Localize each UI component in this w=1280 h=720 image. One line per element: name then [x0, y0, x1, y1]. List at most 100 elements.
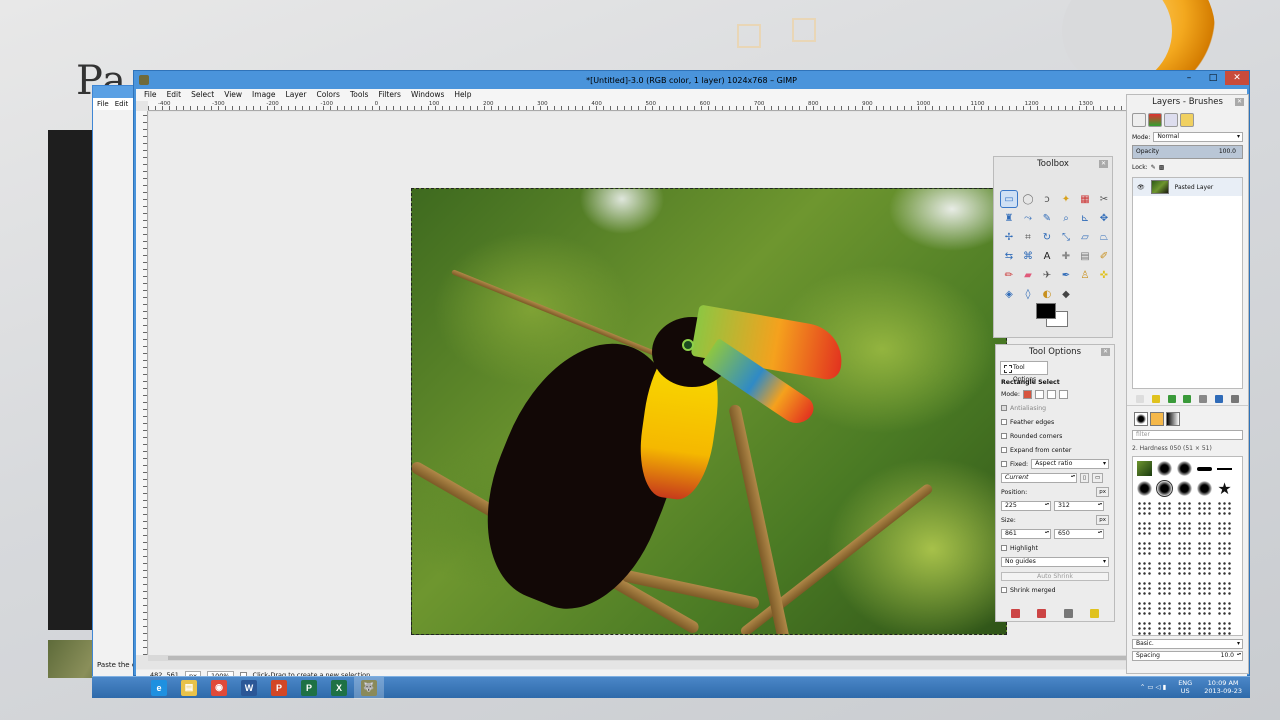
spacing-slider[interactable]: Spacing 10.0 [1132, 651, 1243, 661]
brush-preset[interactable] [1217, 621, 1232, 635]
tool-options-title[interactable]: Tool Options ✕ [996, 345, 1114, 359]
brush-preset[interactable] [1197, 501, 1212, 516]
vertical-ruler[interactable] [136, 111, 148, 655]
expand-checkbox[interactable] [1001, 447, 1007, 453]
antialiasing-checkbox[interactable] [1001, 405, 1007, 411]
brush-filter-input[interactable]: filter [1132, 430, 1243, 440]
highlight-checkbox[interactable] [1001, 545, 1007, 551]
feather-row[interactable]: Feather edges [996, 415, 1114, 429]
layer-name[interactable]: Pasted Layer [1175, 184, 1214, 191]
brush-preset[interactable] [1157, 521, 1172, 536]
shrink-merged-row[interactable]: Shrink merged [996, 583, 1114, 597]
undo-tab-icon[interactable] [1180, 113, 1194, 127]
brush-preset[interactable] [1137, 601, 1152, 616]
brush-set-dropdown[interactable]: Basic. [1132, 639, 1243, 649]
new-group-icon[interactable] [1151, 395, 1160, 403]
lower-layer-icon[interactable] [1183, 395, 1192, 403]
word-taskbar-button[interactable]: W [234, 677, 264, 699]
horizontal-ruler[interactable]: -400 -300 -200 -100 0 100 200 300 400 500 600 700 80… [148, 101, 1127, 111]
landscape-icon[interactable]: ▭ [1092, 473, 1104, 483]
ink-icon[interactable]: ✒ [1058, 267, 1074, 283]
menu-windows[interactable]: Windows [411, 90, 444, 100]
brush-preset[interactable] [1137, 501, 1152, 516]
shrink-merged-checkbox[interactable] [1001, 587, 1007, 593]
brush-preset[interactable] [1157, 581, 1172, 596]
current-input[interactable]: Current [1001, 473, 1077, 483]
crop-icon[interactable]: ⌗ [1020, 229, 1036, 245]
brush-preset[interactable] [1177, 501, 1192, 516]
brush-preset[interactable] [1197, 581, 1212, 596]
menu-layer[interactable]: Layer [286, 90, 307, 100]
lock-pixels-icon[interactable]: ✎ [1151, 164, 1156, 171]
brush-preset[interactable]: ★ [1217, 479, 1232, 498]
fixed-row[interactable]: Fixed: Aspect ratio [996, 457, 1114, 471]
menu-colors[interactable]: Colors [316, 90, 340, 100]
portrait-icon[interactable]: ▯ [1080, 473, 1090, 483]
color-picker-icon[interactable]: ✎ [1039, 210, 1055, 226]
layers-title[interactable]: Layers - Brushes ✕ [1127, 95, 1248, 109]
select-by-color-icon[interactable]: ▦ [1077, 191, 1093, 207]
maximize-button[interactable]: □ [1201, 71, 1225, 85]
eraser-icon[interactable]: ▰ [1020, 267, 1036, 283]
menu-image[interactable]: Image [252, 90, 276, 100]
tool-options-close-icon[interactable]: ✕ [1101, 348, 1110, 356]
brush-grid[interactable]: ★ [1132, 456, 1243, 636]
gimp-app-icon[interactable] [139, 75, 149, 85]
powerpoint-taskbar-button[interactable]: P [264, 677, 294, 699]
scissors-icon[interactable]: ✂ [1096, 191, 1112, 207]
smudge-icon[interactable]: ◊ [1020, 286, 1036, 302]
guides-dropdown[interactable]: No guides [1001, 557, 1109, 567]
move-icon[interactable]: ✥ [1096, 210, 1112, 226]
bg-menu-file[interactable]: File [97, 100, 109, 108]
gimp-taskbar-button[interactable]: 🐺 [354, 676, 384, 699]
dodge-burn-icon[interactable]: ◐ [1039, 286, 1055, 302]
layer-row[interactable]: 👁 Pasted Layer [1133, 178, 1242, 196]
airbrush-icon[interactable]: ✈ [1039, 267, 1055, 283]
rect-select-icon[interactable]: ▭ [1000, 190, 1018, 208]
toolbox-close-icon[interactable]: ✕ [1099, 160, 1108, 168]
free-select-icon[interactable]: ↄ [1039, 191, 1055, 207]
toucan-photo-layer[interactable] [411, 188, 1007, 635]
foreground-color-swatch[interactable] [1036, 303, 1056, 319]
tray-icons[interactable]: ⌃ ▭ ◁ ▮ [1140, 683, 1166, 691]
brush-preset[interactable] [1197, 467, 1212, 471]
brushes-tab-icon[interactable] [1134, 412, 1148, 426]
brush-preset[interactable] [1177, 521, 1192, 536]
anchor-layer-icon[interactable] [1215, 395, 1224, 403]
brush-preset[interactable] [1137, 461, 1152, 476]
brush-preset[interactable] [1137, 521, 1152, 536]
shear-icon[interactable]: ▱ [1077, 229, 1093, 245]
publisher-taskbar-button[interactable]: P [294, 677, 324, 699]
excel-taskbar-button[interactable]: X [324, 677, 354, 699]
restore-options-icon[interactable] [1037, 609, 1047, 618]
patterns-tab-icon[interactable] [1150, 412, 1164, 426]
brush-preset[interactable] [1217, 541, 1232, 556]
blur-icon[interactable]: ◈ [1001, 286, 1017, 302]
brush-preset[interactable] [1137, 561, 1152, 576]
text-icon[interactable]: A [1039, 248, 1055, 264]
lock-alpha-icon[interactable]: ▩ [1159, 164, 1165, 171]
fuzzy-select-icon[interactable]: ✦ [1058, 191, 1074, 207]
layers-close-icon[interactable]: ✕ [1235, 98, 1244, 106]
toolbox-title[interactable]: Toolbox ✕ [994, 157, 1112, 171]
image-canvas-area[interactable]: -400 -300 -200 -100 0 100 200 300 400 500 600 700 80… [136, 101, 1128, 669]
file-explorer-taskbar-button[interactable]: ▤ [174, 677, 204, 699]
brush-preset[interactable] [1217, 601, 1232, 616]
bucket-fill-icon[interactable]: ◆ [1058, 286, 1074, 302]
raise-layer-icon[interactable] [1167, 395, 1176, 403]
opacity-slider[interactable]: Opacity 100.0 [1132, 145, 1243, 159]
brush-preset[interactable] [1217, 561, 1232, 576]
position-unit-dropdown[interactable]: px [1096, 487, 1109, 497]
ie-taskbar-button[interactable]: e [144, 677, 174, 699]
visibility-eye-icon[interactable]: 👁 [1137, 184, 1145, 191]
brush-preset[interactable] [1137, 481, 1152, 496]
close-button[interactable]: ✕ [1225, 71, 1249, 85]
brush-preset[interactable] [1197, 521, 1212, 536]
reset-options-icon[interactable] [1090, 609, 1100, 618]
menu-select[interactable]: Select [191, 90, 214, 100]
brush-preset[interactable] [1217, 468, 1232, 470]
position-x-input[interactable]: 225 [1001, 501, 1051, 511]
new-layer-icon[interactable] [1135, 395, 1144, 403]
horizontal-scrollbar[interactable] [148, 655, 1128, 661]
brush-preset[interactable] [1137, 541, 1152, 556]
